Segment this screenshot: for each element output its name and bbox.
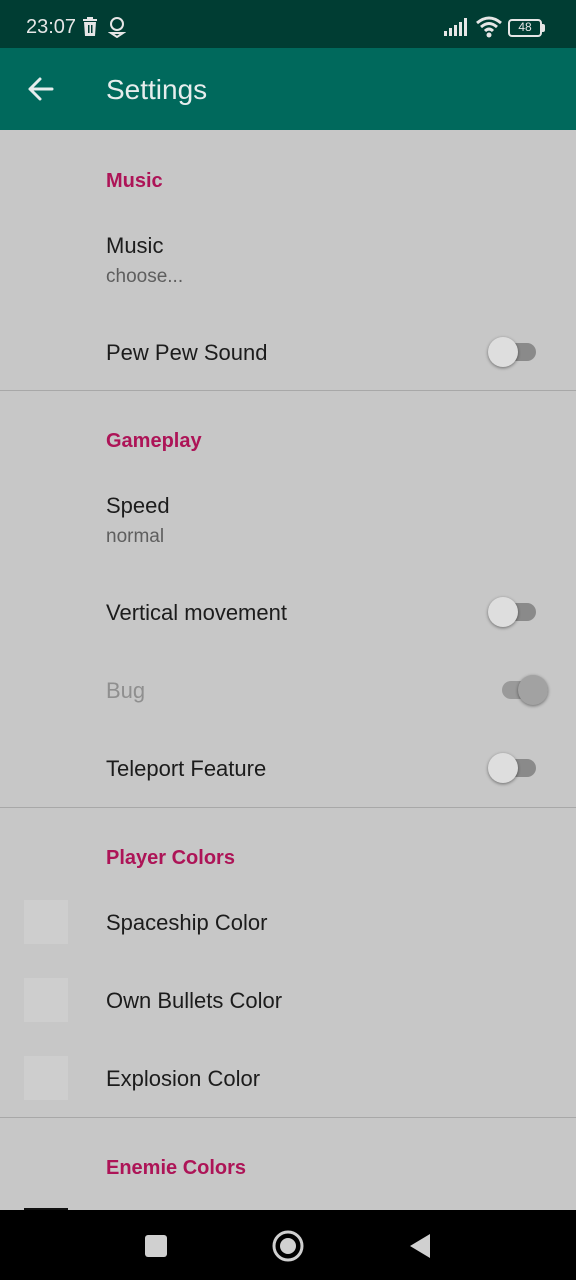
pref-pew-pew-title: Pew Pew Sound — [106, 340, 268, 365]
own-bullets-color-swatch — [24, 978, 68, 1022]
divider — [0, 807, 576, 808]
location-icon — [108, 17, 126, 38]
battery-level: 48 — [518, 20, 532, 34]
status-time: 23:07 — [26, 16, 77, 38]
pref-pew-pew-sound[interactable]: Pew Pew Sound — [0, 316, 576, 388]
recents-square-icon — [145, 1235, 167, 1257]
pref-own-bullets-color[interactable]: Own Bullets Color — [0, 966, 576, 1036]
arrow-back-icon — [28, 77, 54, 101]
vertical-movement-switch[interactable] — [488, 595, 538, 629]
wifi-icon — [476, 16, 502, 38]
explosion-color-swatch — [24, 1056, 68, 1100]
settings-list: Music Music choose... Pew Pew Sound Game… — [0, 130, 576, 1210]
recents-button[interactable] — [136, 1226, 176, 1266]
pref-explosion-color[interactable]: Explosion Color — [0, 1044, 576, 1114]
pref-bug-title: Bug — [106, 678, 146, 703]
back-button[interactable] — [16, 66, 66, 112]
trash-icon — [83, 17, 97, 36]
navigation-bar — [0, 1210, 576, 1280]
divider — [0, 1117, 576, 1118]
home-circle-icon — [272, 1230, 304, 1262]
pref-music-title: Music — [106, 233, 164, 258]
app-bar: Settings — [0, 48, 576, 130]
spaceship-color-swatch — [24, 900, 68, 944]
pref-vertical-movement[interactable]: Vertical movement — [0, 576, 576, 648]
teleport-switch[interactable] — [488, 751, 538, 785]
category-gameplay: Gameplay — [106, 430, 202, 452]
pref-explosion-title: Explosion Color — [106, 1066, 261, 1091]
status-bar: 23:07 48 — [0, 0, 576, 48]
category-enemie-colors: Enemie Colors — [106, 1157, 247, 1179]
nav-back-button[interactable] — [400, 1226, 440, 1266]
pref-spaceship-color[interactable]: Spaceship Color — [0, 888, 576, 958]
bug-switch — [500, 673, 548, 707]
pref-speed[interactable]: Speed normal — [0, 474, 576, 560]
home-button[interactable] — [268, 1226, 308, 1266]
pref-speed-title: Speed — [106, 493, 170, 518]
page-title: Settings — [106, 74, 208, 105]
pref-speed-summary: normal — [106, 526, 165, 547]
pref-music-summary: choose... — [106, 266, 184, 287]
pref-spaceship-title: Spaceship Color — [106, 910, 268, 935]
pref-own-bullets-title: Own Bullets Color — [106, 988, 283, 1013]
battery-icon: 48 — [508, 19, 546, 37]
category-music: Music — [106, 170, 163, 192]
pref-teleport-feature[interactable]: Teleport Feature — [0, 732, 576, 804]
category-player-colors: Player Colors — [106, 847, 235, 869]
pref-teleport-title: Teleport Feature — [106, 756, 267, 781]
divider — [0, 390, 576, 391]
pew-pew-switch[interactable] — [488, 335, 538, 369]
pref-bug: Bug — [0, 654, 576, 726]
pref-music[interactable]: Music choose... — [0, 214, 576, 300]
pref-vertical-title: Vertical movement — [106, 600, 287, 625]
signal-icon — [444, 18, 467, 36]
back-triangle-icon — [410, 1234, 430, 1258]
